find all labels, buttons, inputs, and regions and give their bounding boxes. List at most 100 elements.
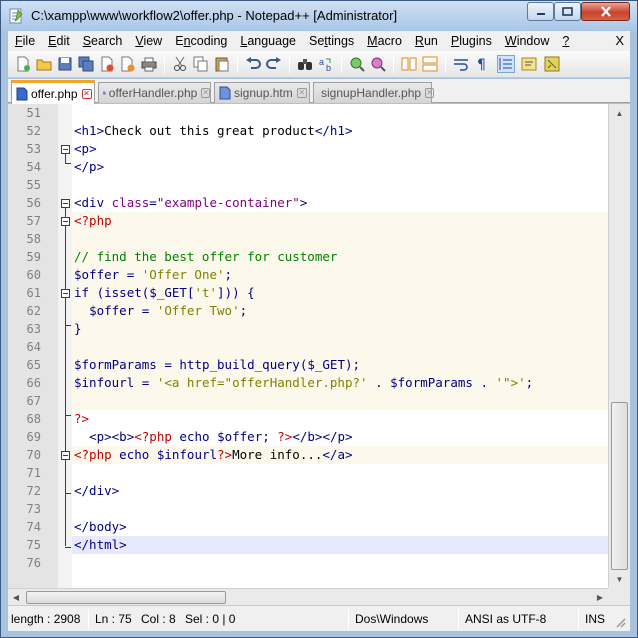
code-line[interactable]: 63} <box>8 320 608 338</box>
code-line[interactable]: 59 // find the best offer for customer <box>8 248 608 266</box>
resize-grip-icon[interactable] <box>614 616 626 628</box>
code-editor[interactable]: 51 52 <h1>Check out this great product</h1… <box>8 104 630 588</box>
print-button[interactable] <box>140 55 158 73</box>
open-folder-icon <box>36 59 52 71</box>
maximize-button[interactable] <box>554 2 581 21</box>
close-all-button[interactable] <box>119 55 137 73</box>
zoom-out-button[interactable] <box>369 55 387 73</box>
code-line[interactable]: 58 <box>8 230 608 248</box>
code-line[interactable]: 68 ?> <box>8 410 608 428</box>
vertical-scrollbar[interactable]: ▲ ▼ <box>608 104 630 588</box>
user-language-button[interactable] <box>520 55 538 73</box>
menu-encoding[interactable]: Encoding <box>168 31 233 51</box>
menu-bar: File Edit Search View Encoding Language … <box>8 31 630 51</box>
paste-button[interactable] <box>213 55 231 73</box>
code-line[interactable]: 67 <box>8 392 608 410</box>
scroll-up-arrow-icon[interactable]: ▲ <box>609 104 630 122</box>
code-line[interactable]: 52 <h1>Check out this great product</h1> <box>8 122 608 140</box>
tab-offerhandler-php[interactable]: offerHandler.php ✕ <box>98 82 211 103</box>
code-line[interactable]: 70 <?php echo $infourl?>More info...</a> <box>8 446 608 464</box>
toolbar-separator <box>164 56 165 73</box>
code-line[interactable]: 61 if (isset($_GET['t'])) { <box>8 284 608 302</box>
code-line[interactable]: 60 $offer = 'Offer One'; <box>8 266 608 284</box>
menu-plugins[interactable]: Plugins <box>444 31 498 51</box>
horizontal-scrollbar[interactable]: ◀ ▶ <box>8 588 608 605</box>
code-line[interactable]: 62 $offer = 'Offer Two'; <box>8 302 608 320</box>
menu-edit[interactable]: Edit <box>41 31 76 51</box>
sync-vertical-button[interactable] <box>400 55 418 73</box>
replace-icon: ab <box>319 57 331 72</box>
indent-guide-button[interactable] <box>497 55 515 73</box>
menu-search[interactable]: Search <box>76 31 129 51</box>
code-line[interactable]: 57 <?php <box>8 212 608 230</box>
line-number: 62 <box>26 304 41 318</box>
code-line[interactable]: 74 </body> <box>8 518 608 536</box>
code-line[interactable]: 73 <box>8 500 608 518</box>
new-file-button[interactable] <box>14 55 32 73</box>
doc-map-button[interactable] <box>543 55 561 73</box>
tab-offer-php[interactable]: offer.php ✕ <box>11 80 95 104</box>
binoculars-icon <box>298 59 312 70</box>
menu-label: Settings <box>308 34 355 48</box>
code-line[interactable]: 65 $formParams = http_build_query($_GET); <box>8 356 608 374</box>
cut-button[interactable] <box>171 55 189 73</box>
copy-button[interactable] <box>192 55 210 73</box>
tab-signup-htm[interactable]: signup.htm ✕ <box>214 82 310 103</box>
line-number: 72 <box>26 484 41 498</box>
save-button[interactable] <box>56 55 74 73</box>
horizontal-scroll-thumb[interactable] <box>26 591 226 604</box>
menu-help[interactable]: ? <box>555 31 575 51</box>
code-line[interactable]: 64 <box>8 338 608 356</box>
menu-file[interactable]: File <box>8 31 41 51</box>
word-wrap-button[interactable] <box>452 55 470 73</box>
code-line[interactable]: 53 <p> <box>8 140 608 158</box>
scroll-left-arrow-icon[interactable]: ◀ <box>8 589 24 605</box>
menu-settings[interactable]: Settings <box>302 31 360 51</box>
tab-signuphandler-php[interactable]: signupHandler.php ✕ <box>313 82 434 103</box>
code-line[interactable]: 54 </p> <box>8 158 608 176</box>
code-line[interactable]: 56 <div class="example-container"> <box>8 194 608 212</box>
menu-language[interactable]: Language <box>233 31 302 51</box>
open-file-button[interactable] <box>35 55 53 73</box>
close-tab-icon[interactable]: ✕ <box>296 88 307 98</box>
pilcrow-icon: ¶ <box>477 57 486 72</box>
menu-macro[interactable]: Macro <box>360 31 408 51</box>
scroll-down-arrow-icon[interactable]: ▼ <box>609 570 630 588</box>
close-tab-icon[interactable]: ✕ <box>201 88 210 98</box>
replace-button[interactable]: ab <box>317 55 335 73</box>
maximize-icon <box>562 7 573 16</box>
line-number: 71 <box>26 466 41 480</box>
code-line[interactable]: 71 <box>8 464 608 482</box>
close-window-button[interactable] <box>581 2 630 21</box>
code-line[interactable]: 66 $infourl = '<a href="offerHandler.php?… <box>8 374 608 392</box>
menu-window[interactable]: Window <box>498 31 555 51</box>
close-tab-icon[interactable]: ✕ <box>425 88 434 98</box>
title-bar[interactable]: C:\xampp\www\workflow2\offer.php - Notep… <box>1 1 637 31</box>
svg-text:¶: ¶ <box>477 57 486 72</box>
close-tab-icon[interactable]: ✕ <box>81 88 92 99</box>
menu-view[interactable]: View <box>128 31 168 51</box>
close-file-icon <box>101 56 114 72</box>
show-all-chars-button[interactable]: ¶ <box>473 55 491 73</box>
minimize-button[interactable] <box>527 2 554 21</box>
toolbar-separator <box>393 56 394 73</box>
zoom-in-button[interactable] <box>348 55 366 73</box>
code-line[interactable]: 76 <box>8 554 608 572</box>
code-line[interactable]: 75 </html> <box>8 536 608 554</box>
menu-run[interactable]: Run <box>408 31 444 51</box>
code-line[interactable]: 69 <p><b><?php echo $offer; ?></b></p> <box>8 428 608 446</box>
code-line[interactable]: 51 <box>8 104 608 122</box>
code-text: </html> <box>74 537 127 552</box>
find-button[interactable] <box>296 55 314 73</box>
code-line[interactable]: 55 <box>8 176 608 194</box>
vertical-scroll-thumb[interactable] <box>611 402 628 570</box>
close-document-button[interactable]: X <box>615 33 624 48</box>
scroll-right-arrow-icon[interactable]: ▶ <box>592 589 608 605</box>
save-all-button[interactable] <box>77 55 95 73</box>
status-length: length : 2908 <box>11 612 81 626</box>
redo-button[interactable] <box>265 55 283 73</box>
undo-button[interactable] <box>244 55 262 73</box>
sync-horizontal-button[interactable] <box>421 55 439 73</box>
code-line[interactable]: 72 </div> <box>8 482 608 500</box>
close-file-button[interactable] <box>98 55 116 73</box>
